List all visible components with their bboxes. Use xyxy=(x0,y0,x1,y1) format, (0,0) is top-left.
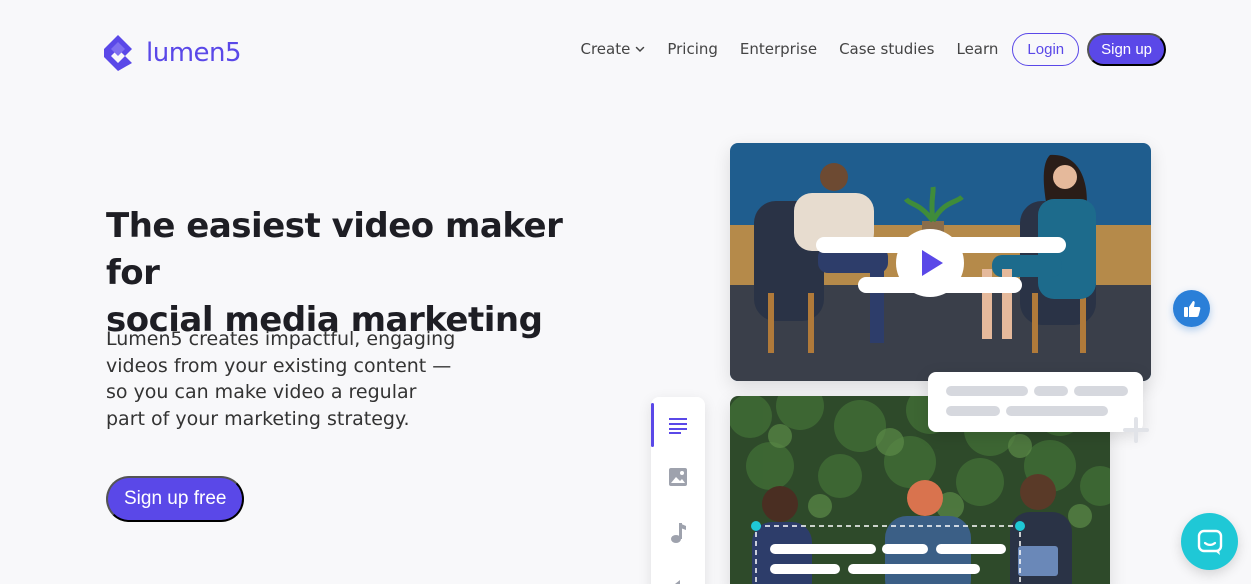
hero-title-line: The easiest video maker for xyxy=(106,206,563,293)
nav-enterprise[interactable]: Enterprise xyxy=(740,40,817,58)
image-tool[interactable] xyxy=(651,457,705,497)
hero-desc-line: Lumen5 creates impactful, engaging xyxy=(106,328,456,350)
hero-description: Lumen5 creates impactful, engaging video… xyxy=(106,326,486,432)
play-icon[interactable] xyxy=(896,229,964,297)
main-nav: Create Pricing Enterprise Case studies L… xyxy=(580,32,1166,66)
hero-desc-line: part of your marketing strategy. xyxy=(106,407,410,430)
text-tool[interactable] xyxy=(651,405,705,445)
hero-desc-line: videos from your existing content — xyxy=(106,354,452,377)
music-tool-icon xyxy=(671,523,686,543)
video-preview-card[interactable] xyxy=(730,143,1151,381)
nav-create[interactable]: Create xyxy=(580,40,645,58)
chat-widget-button[interactable] xyxy=(1181,513,1238,570)
editor-toolbar xyxy=(651,397,705,584)
chat-icon xyxy=(1197,529,1222,555)
speaker-tool-icon xyxy=(671,580,680,584)
nav-pricing[interactable]: Pricing xyxy=(667,40,718,58)
site-header: lumen5 Create Pricing Enterprise Case st… xyxy=(0,0,1251,100)
audio-tool[interactable] xyxy=(651,567,705,584)
signup-free-button[interactable]: Sign up free xyxy=(106,476,245,522)
hero-desc-line: so you can make video a regular xyxy=(106,381,417,403)
image-tool-icon xyxy=(669,468,687,486)
text-tool-icon xyxy=(669,418,687,434)
hero-title: The easiest video maker for social media… xyxy=(106,203,626,344)
logo[interactable]: lumen5 xyxy=(98,33,242,73)
video-scene-image xyxy=(730,143,1151,381)
like-badge xyxy=(1173,290,1210,327)
nav-case-studies[interactable]: Case studies xyxy=(839,40,934,58)
nav-create-label: Create xyxy=(580,40,631,58)
text-style-card[interactable] xyxy=(928,372,1143,432)
login-button[interactable]: Login xyxy=(1012,32,1080,66)
nav-learn[interactable]: Learn xyxy=(956,40,998,58)
chevron-down-icon xyxy=(636,46,645,53)
music-tool[interactable] xyxy=(651,513,705,553)
brand-name: lumen5 xyxy=(146,38,242,68)
move-icon xyxy=(1123,417,1149,443)
signup-button[interactable]: Sign up xyxy=(1087,32,1166,66)
text-placeholder-lines xyxy=(946,386,1128,416)
thumbs-up-icon xyxy=(1183,300,1200,317)
lumen5-logo-icon xyxy=(104,35,132,71)
